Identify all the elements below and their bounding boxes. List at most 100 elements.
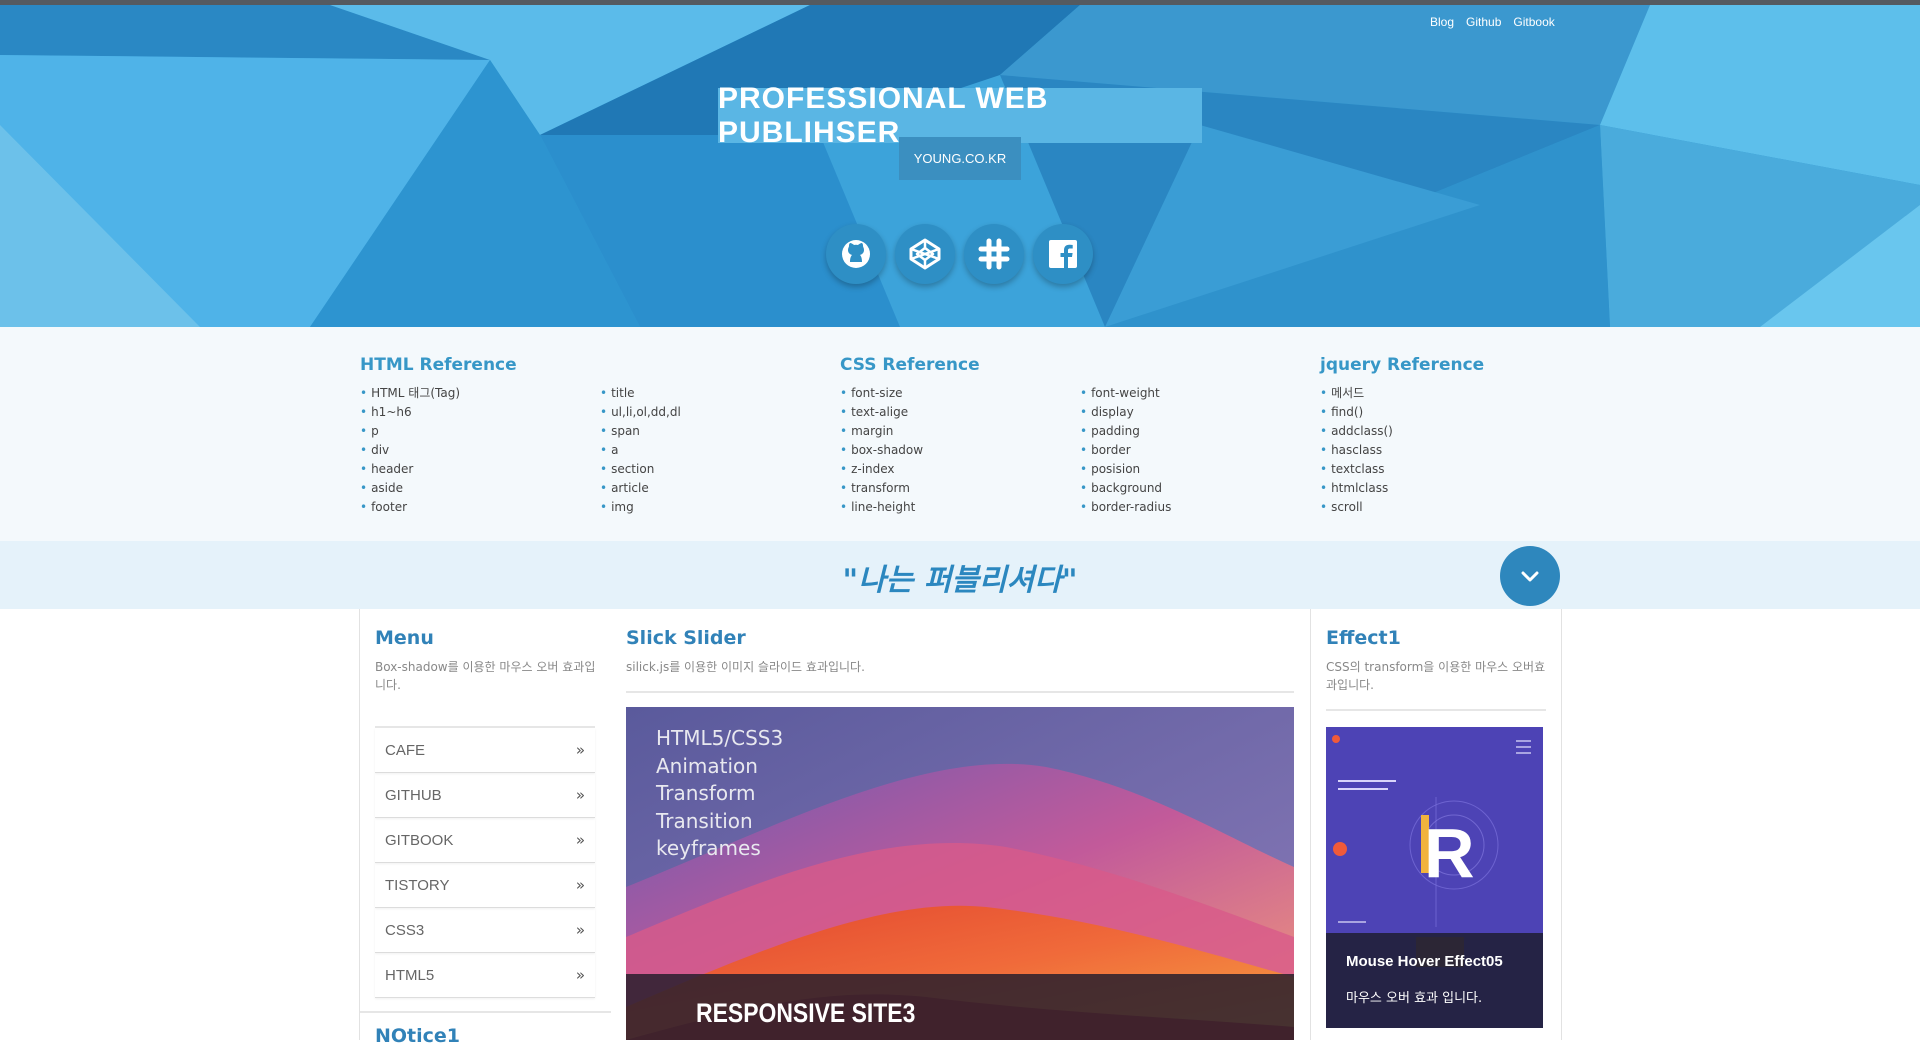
ref-item[interactable]: scroll [1320,498,1484,517]
slide-caption-bar: RESPONSIVE SITE3 [626,974,1294,1040]
menu-item-github[interactable]: GITHUB » [375,773,595,818]
chevron-down-icon [1521,571,1539,582]
menu-panel: Menu Box-shadow를 이용한 마우스 오버 효과입니다. CAFE »… [359,609,612,1047]
slider-description: silick.js를 이용한 이미지 슬라이드 효과입니다. [626,660,865,674]
menu-item-label: CSS3 [385,921,425,939]
site-subtitle: YOUNG.CO.KR [913,151,1007,166]
ref-item[interactable]: footer [360,498,517,517]
facebook-link[interactable] [1033,224,1093,284]
css-ref-list-1: font-size text-alige margin box-shadow z… [840,384,980,517]
ref-item[interactable]: font-size [840,384,980,403]
top-link-gitbook[interactable]: Gitbook [1513,15,1554,29]
ref-item[interactable]: background [1080,479,1171,498]
site-subtitle-box[interactable]: YOUNG.CO.KR [899,137,1021,180]
menu-item-gitbook[interactable]: GITBOOK » [375,818,595,863]
ref-item[interactable]: padding [1080,422,1171,441]
double-chevron-right-icon: » [575,741,585,759]
html-reference-2: title ul,li,ol,dd,dl span a section arti… [600,384,681,517]
double-chevron-right-icon: » [575,786,585,804]
ref-item[interactable]: line-height [840,498,980,517]
menu-item-cafe[interactable]: CAFE » [375,728,595,773]
ref-item[interactable]: HTML 태그(Tag) [360,384,517,403]
notice-section: NOtice1 [360,1011,611,1047]
css-reference-title: CSS Reference [840,355,980,375]
slide-image[interactable]: HTML5/CSS3 Animation Transform Transitio… [626,707,1294,1040]
github-link[interactable] [826,224,886,284]
ref-item[interactable]: margin [840,422,980,441]
ref-item[interactable]: 메서드 [1320,384,1484,403]
effect-hover-card[interactable]: R Mouse Hover Effect05 마우스 오버 효과 입니다. [1326,727,1543,1028]
ref-item[interactable]: img [600,498,681,517]
ref-item[interactable]: ul,li,ol,dd,dl [600,403,681,422]
jquery-reference: jquery Reference 메서드 find() addclass() h… [1320,355,1484,517]
ref-item[interactable]: h1~h6 [360,403,517,422]
ref-item[interactable]: header [360,460,517,479]
ref-item[interactable]: title [600,384,681,403]
ref-item[interactable]: a [600,441,681,460]
slogan-bar: "나는 퍼블리셔다" [0,541,1920,609]
slide-line: keyframes [656,836,761,860]
ref-item[interactable]: box-shadow [840,441,980,460]
top-link-github[interactable]: Github [1466,15,1501,29]
ref-item[interactable]: border [1080,441,1171,460]
ref-item[interactable]: transform [840,479,980,498]
ref-item[interactable]: z-index [840,460,980,479]
ref-item[interactable]: article [600,479,681,498]
slack-link[interactable] [964,224,1024,284]
slide-line: Transition [656,808,753,833]
ref-item[interactable]: text-alige [840,403,980,422]
effect-title: Effect1 [1326,627,1401,649]
codepen-icon [909,238,941,270]
slide-caption: RESPONSIVE SITE3 [696,998,916,1028]
menu-item-label: GITHUB [385,786,442,804]
effect-divider [1326,709,1546,711]
slide-line: Animation [656,753,758,778]
ref-item[interactable]: div [360,441,517,460]
slide-line: Transform [656,781,756,805]
ref-item[interactable]: p [360,422,517,441]
menu-item-label: CAFE [385,741,426,759]
social-links [826,224,1093,284]
menu-item-tistory[interactable]: TISTORY » [375,863,595,908]
menu-item-html5[interactable]: HTML5 » [375,953,595,998]
scroll-down-button[interactable] [1500,546,1560,606]
double-chevron-right-icon: » [575,966,585,984]
slack-icon [978,238,1010,270]
reference-section: HTML Reference HTML 태그(Tag) h1~h6 p div … [0,327,1920,541]
menu-item-css3[interactable]: CSS3 » [375,908,595,953]
menu-title: Menu [375,627,434,649]
ref-item[interactable]: find() [1320,403,1484,422]
ref-item[interactable]: font-weight [1080,384,1171,403]
css-ref-list-2: font-weight display padding border posis… [1080,384,1171,517]
effect-card-title: Mouse Hover Effect05 [1346,953,1503,970]
menu-item-label: HTML5 [385,966,435,984]
ref-item[interactable]: aside [360,479,517,498]
github-icon [842,240,870,268]
ref-item[interactable]: posision [1080,460,1171,479]
ref-item[interactable]: textclass [1320,460,1484,479]
ref-item[interactable]: span [600,422,681,441]
codepen-link[interactable] [895,224,955,284]
effect-caption-overlay: Mouse Hover Effect05 마우스 오버 효과 입니다. [1326,933,1543,1028]
ref-item[interactable]: addclass() [1320,422,1484,441]
top-link-blog[interactable]: Blog [1430,15,1454,29]
effect-panel: Effect1 CSS의 transform을 이용한 마우스 오버효과입니다.… [1310,609,1562,1040]
slider-divider [626,691,1294,693]
ref-item[interactable]: htmlclass [1320,479,1484,498]
ref-item[interactable]: section [600,460,681,479]
slogan-text: "나는 퍼블리셔다" [842,563,1078,598]
double-chevron-right-icon: » [575,921,585,939]
ref-item[interactable]: border-radius [1080,498,1171,517]
html-reference-title: HTML Reference [360,355,517,375]
ref-item[interactable]: hasclass [1320,441,1484,460]
menu-item-label: TISTORY [385,876,450,894]
css-reference: CSS Reference font-size text-alige margi… [840,355,980,517]
html-reference: HTML Reference HTML 태그(Tag) h1~h6 p div … [360,355,517,517]
css-reference-2: font-weight display padding border posis… [1080,384,1171,517]
facebook-icon [1049,240,1077,268]
ref-item[interactable]: display [1080,403,1171,422]
slider-panel: Slick Slider silick.js를 이용한 이미지 슬라이드 효과입… [611,609,1309,1040]
slide-line: HTML5/CSS3 [656,726,784,750]
poster-letter: R [1424,814,1475,892]
menu-item-label: GITBOOK [385,831,454,849]
